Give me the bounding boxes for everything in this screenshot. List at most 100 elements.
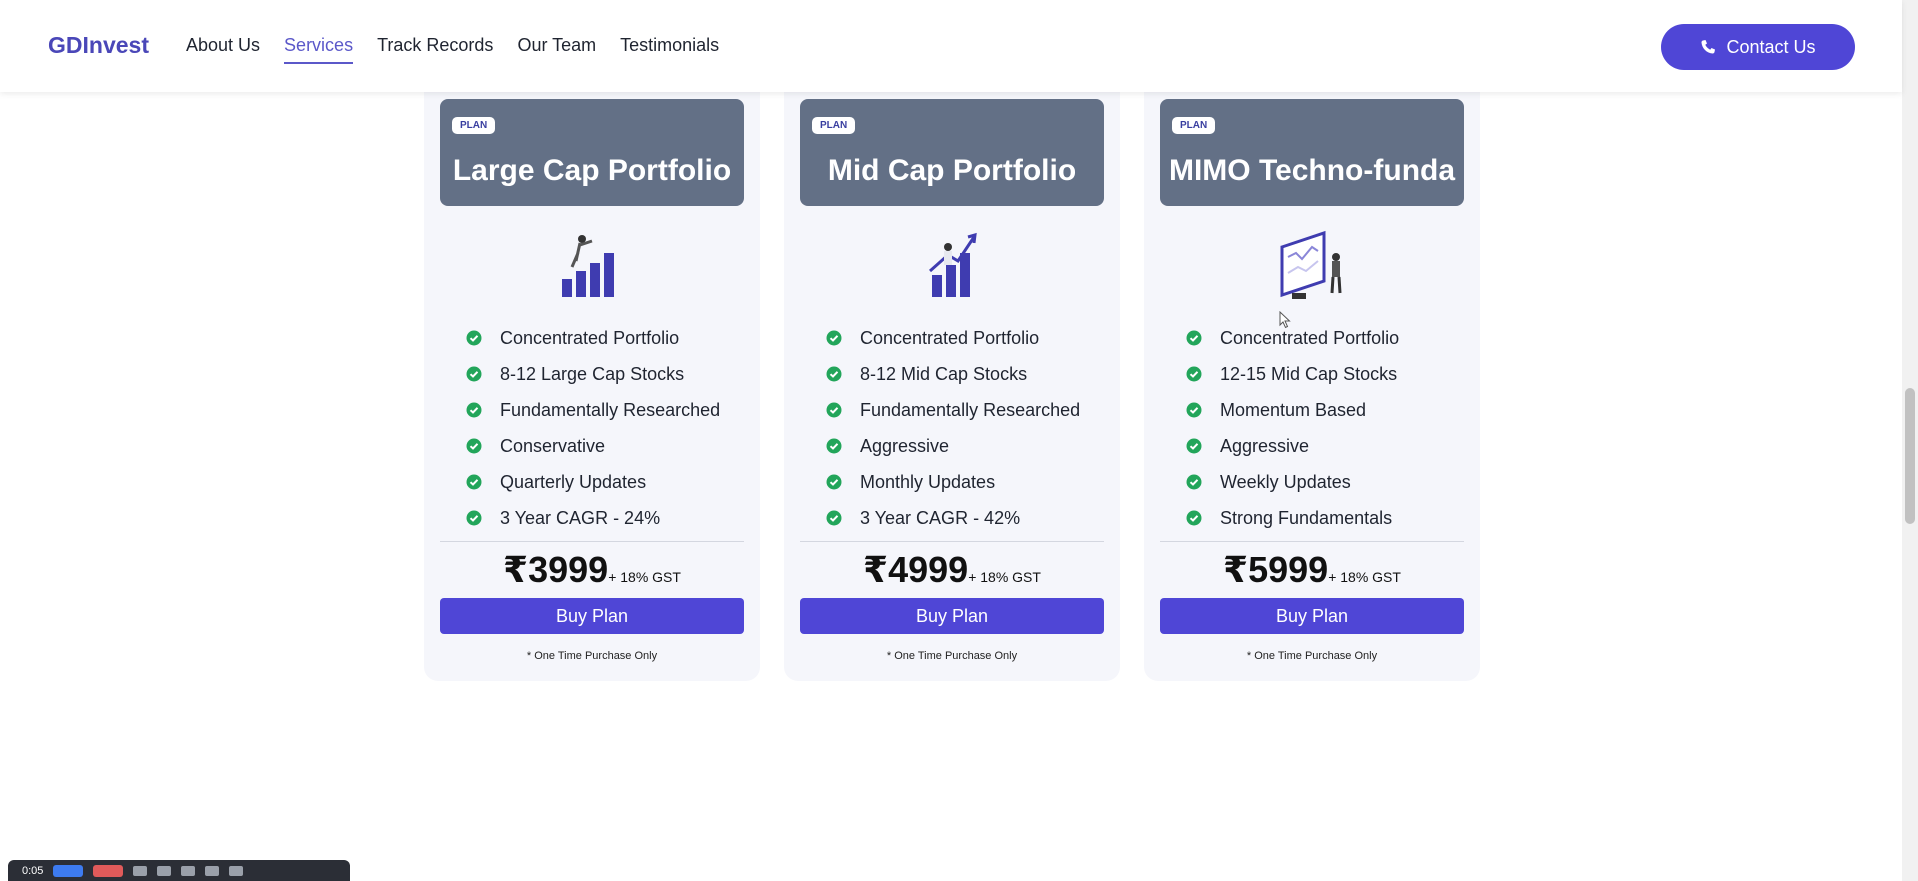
contact-us-label: Contact Us <box>1726 36 1816 57</box>
feature-label: Concentrated Portfolio <box>500 327 680 348</box>
feature-item: Fundamentally Researched <box>826 392 1080 428</box>
plan-card-large-cap: PLAN Large Cap Portfolio Concentrated Po… <box>424 75 760 681</box>
check-badge-icon <box>466 366 482 382</box>
pointer-icon[interactable] <box>181 865 196 876</box>
recorder-toolbar: 0:05 <box>8 860 350 881</box>
feature-label: 3 Year CAGR - 42% <box>860 507 1021 528</box>
feature-item: Strong Fundamentals <box>1186 500 1399 536</box>
feature-label: Fundamentally Researched <box>500 399 721 420</box>
price-gst: + 18% GST <box>608 569 681 585</box>
feature-item: 3 Year CAGR - 24% <box>466 500 720 536</box>
feature-label: Momentum Based <box>1220 399 1367 420</box>
feature-label: Fundamentally Researched <box>860 399 1081 420</box>
microphone-icon[interactable] <box>157 865 172 876</box>
card-header: PLAN Large Cap Portfolio <box>440 99 744 206</box>
feature-label: 3 Year CAGR - 24% <box>500 507 661 528</box>
growth-chart-illustration <box>929 232 977 297</box>
check-badge-icon <box>826 510 842 526</box>
feature-item: Quarterly Updates <box>466 464 720 500</box>
check-badge-icon <box>466 330 482 346</box>
check-badge-icon <box>466 474 482 490</box>
recording-time: 0:05 <box>22 864 44 877</box>
feature-item: 3 Year CAGR - 42% <box>826 500 1080 536</box>
scrollbar-thumb[interactable] <box>1905 388 1915 524</box>
settings-icon[interactable] <box>133 865 148 876</box>
pause-recording-button[interactable] <box>53 864 84 877</box>
contact-us-button[interactable]: Contact Us <box>1661 24 1855 70</box>
buy-plan-button[interactable]: Buy Plan <box>800 598 1104 634</box>
phone-icon <box>1701 40 1716 54</box>
feature-label: 8-12 Mid Cap Stocks <box>860 363 1028 384</box>
check-badge-icon <box>826 438 842 454</box>
feature-label: Quarterly Updates <box>500 471 647 492</box>
purchase-note: * One Time Purchase Only <box>526 650 658 662</box>
feature-item: Concentrated Portfolio <box>1186 320 1399 356</box>
price-amount: ₹4999 <box>863 549 969 590</box>
feature-label: 12-15 Mid Cap Stocks <box>1220 363 1398 384</box>
feature-item: 12-15 Mid Cap Stocks <box>1186 356 1399 392</box>
mouse-cursor-icon <box>1279 311 1291 329</box>
check-badge-icon <box>1186 330 1202 346</box>
price-amount: ₹3999 <box>503 549 609 590</box>
plan-card-mid-cap: PLAN Mid Cap Portfolio Concentrated Port… <box>784 75 1120 681</box>
check-badge-icon <box>1186 366 1202 382</box>
feature-item: Fundamentally Researched <box>466 392 720 428</box>
price-gst: + 18% GST <box>968 569 1041 585</box>
feature-label: Strong Fundamentals <box>1220 507 1393 528</box>
logo[interactable]: GDInvest <box>48 32 149 59</box>
divider <box>1160 541 1464 542</box>
nav-link-our-team[interactable]: Our Team <box>517 35 596 56</box>
pen-icon[interactable] <box>205 865 220 876</box>
feature-item: Concentrated Portfolio <box>466 320 720 356</box>
stop-recording-button[interactable] <box>93 864 124 877</box>
price: ₹5999+ 18% GST <box>1144 549 1480 591</box>
feature-label: Monthly Updates <box>860 471 996 492</box>
feature-list: Concentrated Portfolio 12-15 Mid Cap Sto… <box>1186 320 1399 536</box>
add-icon[interactable] <box>229 865 244 876</box>
price: ₹3999+ 18% GST <box>424 549 760 591</box>
plan-badge: PLAN <box>1172 117 1216 134</box>
navbar: GDInvest About Us Services Track Records… <box>0 0 1902 92</box>
analytics-board-illustration <box>1280 230 1342 299</box>
card-header: PLAN Mid Cap Portfolio <box>800 99 1104 206</box>
feature-label: Aggressive <box>860 435 950 456</box>
price: ₹4999+ 18% GST <box>784 549 1120 591</box>
buy-plan-button[interactable]: Buy Plan <box>1160 598 1464 634</box>
feature-item: Monthly Updates <box>826 464 1080 500</box>
feature-label: Conservative <box>500 435 606 456</box>
check-badge-icon <box>1186 402 1202 418</box>
buy-plan-button[interactable]: Buy Plan <box>440 598 744 634</box>
feature-item: Aggressive <box>1186 428 1399 464</box>
check-badge-icon <box>1186 474 1202 490</box>
divider <box>800 541 1104 542</box>
feature-item: 8-12 Mid Cap Stocks <box>826 356 1080 392</box>
feature-item: Aggressive <box>826 428 1080 464</box>
check-badge-icon <box>1186 510 1202 526</box>
check-badge-icon <box>466 402 482 418</box>
plan-badge: PLAN <box>452 117 496 134</box>
feature-list: Concentrated Portfolio 8-12 Mid Cap Stoc… <box>826 320 1080 536</box>
feature-item: Conservative <box>466 428 720 464</box>
feature-item: 8-12 Large Cap Stocks <box>466 356 720 392</box>
check-badge-icon <box>826 402 842 418</box>
rising-bars-illustration <box>562 235 614 297</box>
plan-title: Large Cap Portfolio <box>452 154 732 187</box>
nav-link-testimonials[interactable]: Testimonials <box>620 35 719 56</box>
check-badge-icon <box>826 474 842 490</box>
feature-item: Momentum Based <box>1186 392 1399 428</box>
nav-link-track-records[interactable]: Track Records <box>377 35 493 56</box>
check-badge-icon <box>466 438 482 454</box>
check-badge-icon <box>826 366 842 382</box>
price-amount: ₹5999 <box>1223 549 1329 590</box>
nav-link-services[interactable]: Services <box>284 35 354 64</box>
nav-link-about-us[interactable]: About Us <box>186 35 260 56</box>
purchase-note: * One Time Purchase Only <box>1246 650 1378 662</box>
feature-label: Concentrated Portfolio <box>1220 327 1400 348</box>
check-badge-icon <box>1186 438 1202 454</box>
feature-list: Concentrated Portfolio 8-12 Large Cap St… <box>466 320 720 536</box>
card-header: PLAN MIMO Techno-funda <box>1160 99 1464 206</box>
feature-label: Aggressive <box>1220 435 1310 456</box>
nav-links: About Us Services Track Records Our Team… <box>186 35 743 64</box>
feature-item: Weekly Updates <box>1186 464 1399 500</box>
purchase-note: * One Time Purchase Only <box>886 650 1018 662</box>
